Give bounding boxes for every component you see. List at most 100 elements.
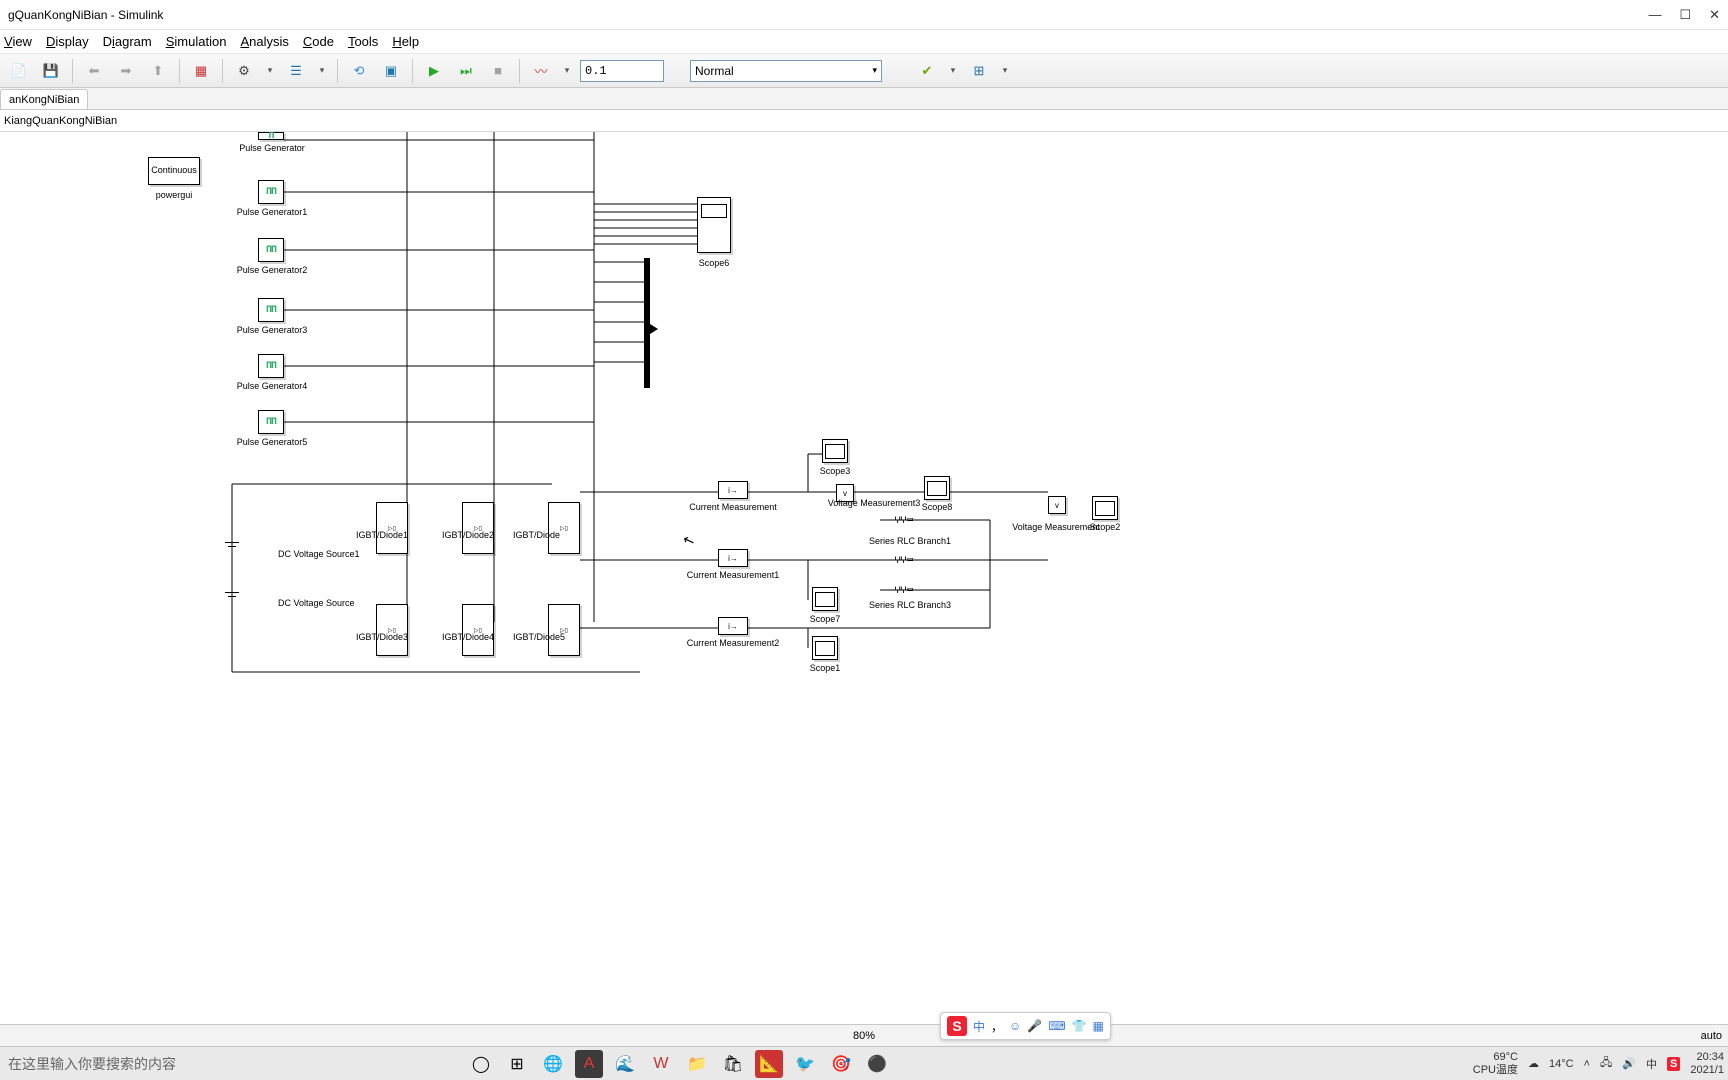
chrome-icon[interactable]: 🌐 — [539, 1050, 567, 1078]
dropdown-icon[interactable]: ▾ — [560, 65, 574, 76]
back-button[interactable]: ⬅ — [81, 58, 107, 84]
tray-time: 20:34 — [1690, 1051, 1724, 1063]
block-pulse-generator3[interactable]: ΠΠ — [258, 298, 284, 322]
up-button[interactable]: ⬆ — [145, 58, 171, 84]
ime-emoji-icon[interactable]: ☺ — [1009, 1019, 1021, 1033]
status-auto: auto — [1701, 1030, 1722, 1042]
breadcrumb-path[interactable]: KiangQuanKongNiBian — [4, 115, 117, 127]
block-pulse-generator1[interactable]: ΠΠ — [258, 180, 284, 204]
block-pulse-generator4[interactable]: ΠΠ — [258, 354, 284, 378]
explorer-icon[interactable]: 📁 — [683, 1050, 711, 1078]
forward-button[interactable]: ➡ — [113, 58, 139, 84]
block-scope2[interactable] — [1092, 496, 1118, 520]
adobe-icon[interactable]: A — [575, 1050, 603, 1078]
store-icon[interactable]: 🛍 — [719, 1050, 747, 1078]
save-button[interactable]: 💾 — [38, 58, 64, 84]
dropdown-icon[interactable]: ▾ — [998, 65, 1012, 76]
ime-zh[interactable]: 中 — [973, 1018, 985, 1035]
block-series-rlc-branch3[interactable]: ⵖⵖ⏛ — [878, 582, 930, 596]
label-series-rlc-branch1: Series RLC Branch1 — [869, 536, 951, 546]
block-dc-voltage-source[interactable] — [222, 592, 242, 600]
block-scope6[interactable] — [697, 197, 731, 253]
tray-network-icon[interactable]: 🖧 — [1600, 1054, 1612, 1073]
menu-code[interactable]: Code — [303, 34, 334, 49]
tray-chevron-icon[interactable]: ˄ — [1584, 1058, 1590, 1070]
menu-diagram[interactable]: Diagram — [103, 34, 152, 49]
wps-icon[interactable]: W — [647, 1050, 675, 1078]
block-pulse-generator5[interactable]: ΠΠ — [258, 410, 284, 434]
ime-punct-icon[interactable]: ， — [991, 1018, 1003, 1035]
task-view-button[interactable]: ⊞ — [503, 1050, 531, 1078]
block-scope3[interactable] — [822, 439, 848, 463]
block-powergui[interactable]: Continuous — [148, 157, 200, 185]
block-current-measurement[interactable]: i→ — [718, 481, 748, 499]
model-explorer-button[interactable]: ☰ — [283, 58, 309, 84]
start-button[interactable]: ◯ — [467, 1050, 495, 1078]
block-current-measurement2[interactable]: i→ — [718, 617, 748, 635]
tray-sogou-icon[interactable]: S — [1667, 1057, 1680, 1071]
edge-icon[interactable]: 🌊 — [611, 1050, 639, 1078]
stop-time-input[interactable] — [580, 60, 664, 82]
matlab-icon[interactable]: 📐 — [755, 1050, 783, 1078]
ime-grid-icon[interactable]: ▦ — [1093, 1019, 1104, 1033]
stop-button[interactable]: ■ — [485, 58, 511, 84]
block-current-measurement1[interactable]: i→ — [718, 549, 748, 567]
label-series-rlc-branch3: Series RLC Branch3 — [869, 600, 951, 610]
new-model-button[interactable]: 📄 — [6, 58, 32, 84]
menu-simulation[interactable]: Simulation — [166, 34, 227, 49]
dropdown-icon[interactable]: ▾ — [946, 65, 960, 76]
app-icon-2[interactable]: 🎯 — [827, 1050, 855, 1078]
step-forward-button[interactable]: ⏭ — [453, 58, 479, 84]
block-voltage-measurement[interactable]: v — [1048, 496, 1066, 514]
label-igbt-diode2: IGBT/Diode2 — [442, 530, 494, 540]
block-igbt-diode[interactable]: ▷▯ — [548, 502, 580, 554]
taskbar-search[interactable]: 在这里输入你要搜索的内容 — [8, 1054, 176, 1074]
model-tab[interactable]: anKongNiBian — [0, 89, 88, 109]
ime-keyboard-icon[interactable]: ⌨ — [1048, 1019, 1065, 1033]
block-scope7[interactable] — [812, 587, 838, 611]
block-pulse-generator[interactable]: Π — [258, 132, 284, 140]
block-dc-voltage-source1[interactable] — [222, 542, 242, 550]
window-maximize-button[interactable]: ☐ — [1679, 7, 1691, 23]
block-igbt-diode5[interactable]: ▷▯ — [548, 604, 580, 656]
dropdown-icon[interactable]: ▾ — [315, 65, 329, 76]
obs-icon[interactable]: ⚫ — [863, 1050, 891, 1078]
simulation-pacing-button[interactable]: ⊞ — [966, 58, 992, 84]
block-igbt-diode3[interactable]: ▷▯ — [376, 604, 408, 656]
weather-icon[interactable]: ☁ — [1528, 1057, 1539, 1070]
block-igbt-diode1[interactable]: ▷▯ — [376, 502, 408, 554]
menu-tools[interactable]: Tools — [348, 34, 378, 49]
model-config-button[interactable]: ⚙ — [231, 58, 257, 84]
ime-toolbar[interactable]: S 中 ， ☺ 🎤 ⌨ 👕 ▦ — [940, 1012, 1111, 1040]
model-canvas[interactable]: Continuous powergui Π Pulse Generator ΠΠ… — [0, 132, 1728, 1024]
fast-restart-button[interactable]: ✔ — [914, 58, 940, 84]
tray-ime-icon[interactable]: 中 — [1646, 1056, 1657, 1072]
label-scope7: Scope7 — [810, 614, 841, 624]
update-diagram-button[interactable]: ⟲ — [346, 58, 372, 84]
library-browser-button[interactable]: ▦ — [188, 58, 214, 84]
block-igbt-diode2[interactable]: ▷▯ — [462, 502, 494, 554]
menu-view[interactable]: View — [4, 34, 32, 49]
menu-help[interactable]: Help — [392, 34, 419, 49]
menu-display[interactable]: Display — [46, 34, 89, 49]
build-button[interactable]: ▣ — [378, 58, 404, 84]
simulation-mode-select[interactable]: Normal ▾ — [690, 60, 882, 82]
dropdown-icon[interactable]: ▾ — [263, 65, 277, 76]
ime-mic-icon[interactable]: 🎤 — [1027, 1019, 1042, 1033]
block-igbt-diode4[interactable]: ▷▯ — [462, 604, 494, 656]
tray-volume-icon[interactable]: 🔊 — [1622, 1057, 1636, 1070]
ime-person-icon[interactable]: 👕 — [1072, 1019, 1087, 1033]
signal-trace-button[interactable]: 〰 — [528, 58, 554, 84]
window-close-button[interactable]: ✕ — [1709, 7, 1720, 23]
run-button[interactable]: ▶ — [421, 58, 447, 84]
window-minimize-button[interactable]: — — [1648, 7, 1661, 23]
menu-analysis[interactable]: Analysis — [240, 34, 288, 49]
block-series-rlc-branch1[interactable]: ⵖⵖ⏛ — [878, 512, 930, 526]
label-pulse-generator3: Pulse Generator3 — [237, 326, 308, 336]
block-scope1[interactable] — [812, 636, 838, 660]
zoom-level[interactable]: 80% — [853, 1030, 875, 1042]
block-series-rlc-branch-mid[interactable]: ⵖⵖ⏛ — [878, 552, 930, 566]
block-pulse-generator2[interactable]: ΠΠ — [258, 238, 284, 262]
app-icon[interactable]: 🐦 — [791, 1050, 819, 1078]
block-scope8[interactable] — [924, 476, 950, 500]
